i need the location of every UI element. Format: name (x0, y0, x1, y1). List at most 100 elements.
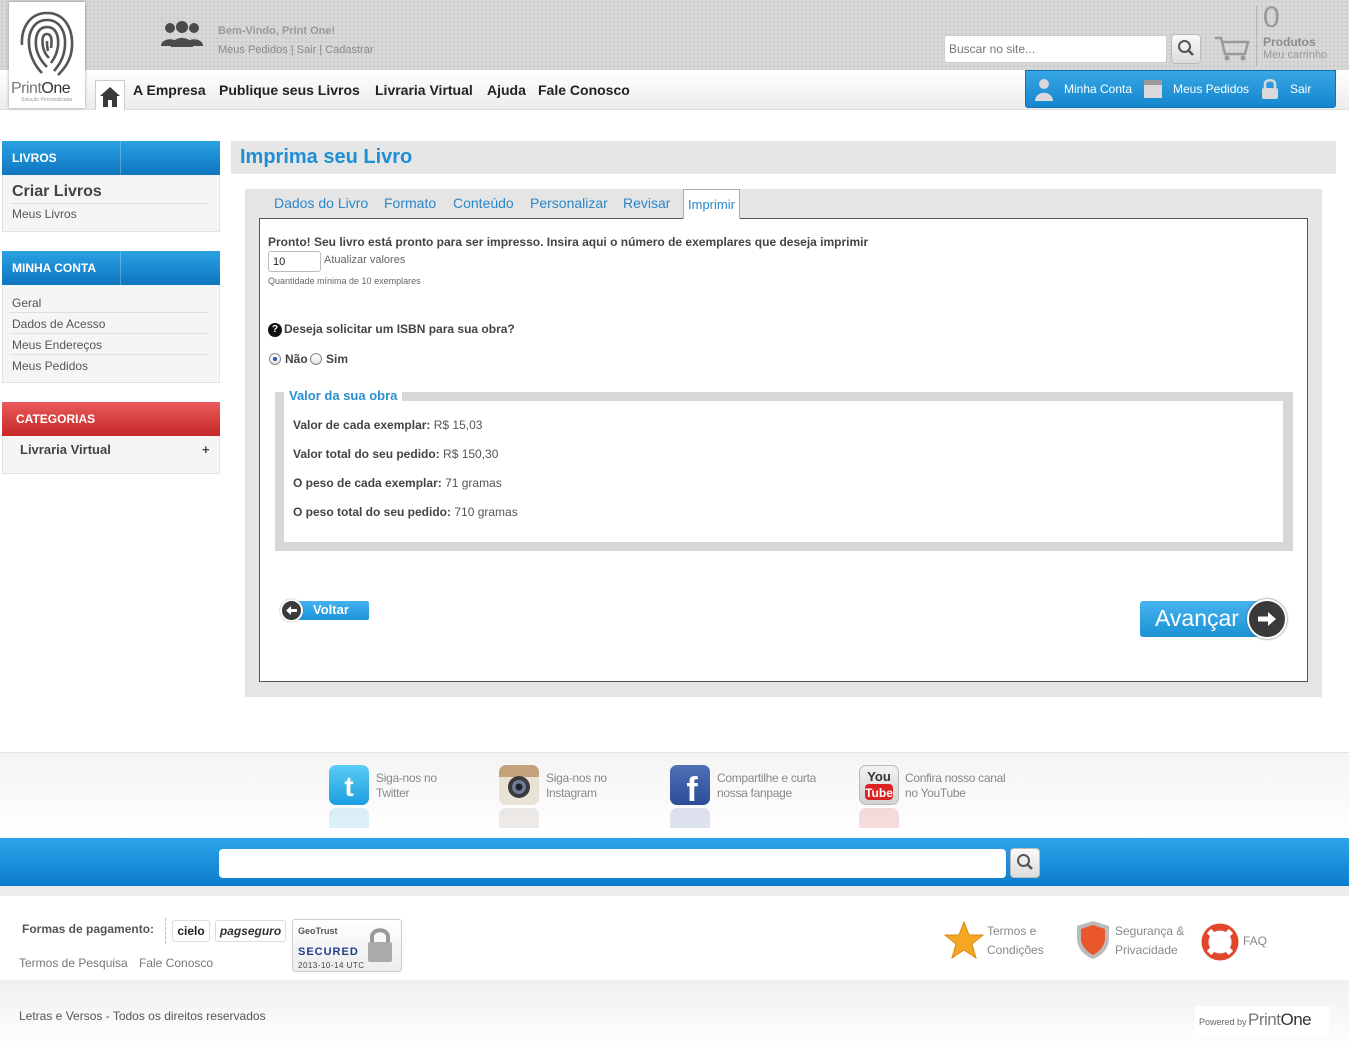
svg-text:f: f (686, 771, 698, 805)
values-legend: Valor da sua obra (284, 388, 403, 403)
sidebar-item-meus-pedidos[interactable]: Meus Pedidos (12, 359, 88, 373)
sidebar-divider (10, 354, 208, 355)
social-youtube-text[interactable]: Confira nosso canal no YouTube (905, 771, 1006, 801)
value-unit-price: Valor de cada exemplar: R$ 15,03 (293, 418, 483, 432)
expand-icon[interactable]: + (202, 442, 210, 457)
account-bar: Minha Conta Meus Pedidos Sair (1025, 70, 1336, 108)
payment-separator (165, 918, 166, 944)
welcome-text: Bem-Vindo, Print One! (218, 25, 336, 37)
footer-band-divider (0, 886, 1349, 896)
padlock-icon (368, 928, 392, 962)
back-button-circle (280, 599, 303, 622)
social-facebook-text[interactable]: Compartilhe e curta nossa fanpage (717, 771, 816, 801)
site-logo[interactable]: PrintOne Solução Personalizada (9, 2, 85, 108)
search-icon (1178, 39, 1194, 56)
sidebar-divider (10, 333, 208, 334)
isbn-label-sim[interactable]: Sim (326, 352, 348, 366)
logo-wordmark: PrintOne (11, 80, 71, 97)
faq-link[interactable]: FAQ (1243, 932, 1267, 951)
sidebar-categorias-header: CATEGORIAS (2, 402, 220, 436)
terms-conditions-link[interactable]: Termos e Condições (987, 922, 1044, 960)
help-icon[interactable]: ? (268, 323, 282, 337)
user-links[interactable]: Meus Pedidos | Sair | Cadastrar (218, 41, 374, 60)
back-button-label: Voltar (313, 602, 349, 617)
powered-by-badge[interactable]: Powered by PrintOne (1195, 1006, 1329, 1036)
my-orders-label: Meus Pedidos (1173, 82, 1250, 96)
orders-box-icon (1144, 80, 1162, 98)
menu-fale-conosco[interactable]: Fale Conosco (538, 82, 630, 98)
cart-sublabel[interactable]: Meu carrinho (1263, 49, 1327, 61)
isbn-radio-nao[interactable] (269, 353, 281, 365)
site-search-box (944, 35, 1167, 63)
next-button[interactable]: Avançar (1140, 599, 1288, 639)
footer-search-button[interactable] (1010, 848, 1040, 878)
next-button-label: Avançar (1155, 605, 1239, 631)
sidebar-livros-header: LIVROS (2, 141, 220, 175)
footer-link-fale-conosco[interactable]: Fale Conosco (139, 956, 213, 970)
svg-text:t: t (344, 771, 353, 802)
site-search-input[interactable] (949, 37, 1159, 61)
geotrust-secured: SECURED (298, 946, 359, 958)
quantity-input[interactable] (268, 251, 321, 272)
instagram-glyph (508, 776, 530, 798)
star-icon[interactable] (944, 921, 984, 959)
footer-link-termos-de-pesquisa[interactable]: Termos de Pesquisa (19, 956, 128, 970)
tab-conteudo[interactable]: Conteúdo (453, 195, 514, 211)
sidebar-minha-conta-header: MINHA CONTA (2, 251, 220, 285)
value-total-weight: O peso total do seu pedido: 710 gramas (293, 505, 518, 519)
cielo-logo: cielo (172, 920, 210, 942)
svg-text:Tube: Tube (865, 786, 893, 800)
cart-label[interactable]: Produtos (1263, 35, 1316, 49)
home-icon (100, 87, 120, 107)
geotrust-seal[interactable]: GeoTrust SECURED 2013-10-14 UTC (292, 919, 402, 972)
isbn-radio-sim[interactable] (310, 353, 322, 365)
menu-ajuda[interactable]: Ajuda (487, 82, 526, 98)
payment-methods-label: Formas de pagamento: (22, 922, 155, 936)
isbn-label-nao[interactable]: Não (285, 352, 308, 366)
social-twitter-text[interactable]: Siga-nos no Twitter (376, 771, 437, 801)
security-privacy-link[interactable]: Segurança & Privacidade (1115, 922, 1184, 960)
home-button[interactable] (95, 80, 125, 110)
logout-label: Sair (1290, 82, 1312, 96)
lock-icon (1262, 79, 1278, 99)
tab-personalizar[interactable]: Personalizar (530, 195, 608, 211)
social-instagram-text[interactable]: Siga-nos no Instagram (546, 771, 607, 801)
powered-by-label: Powered by (1199, 1017, 1247, 1027)
instagram-icon[interactable] (499, 765, 539, 805)
update-values-link[interactable]: Atualizar valores (324, 254, 405, 266)
sidebar-item-livraria-virtual[interactable]: Livraria Virtual (20, 442, 111, 457)
twitter-reflection (329, 808, 369, 828)
user-icon (1035, 79, 1053, 101)
menu-livraria-virtual[interactable]: Livraria Virtual (375, 82, 473, 98)
sidebar-item-dados-de-acesso[interactable]: Dados de Acesso (12, 317, 105, 331)
cart-icon[interactable] (1214, 34, 1250, 62)
shield-icon[interactable] (1075, 920, 1111, 960)
facebook-icon[interactable]: f (670, 765, 710, 809)
tab-dados-do-livro[interactable]: Dados do Livro (274, 195, 368, 211)
sidebar-item-criar-livros[interactable]: Criar Livros (12, 183, 102, 201)
sidebar-item-meus-enderecos[interactable]: Meus Endereços (12, 338, 102, 352)
users-icon (161, 21, 203, 47)
powered-by-logo: PrintOne (1248, 1010, 1312, 1029)
youtube-icon[interactable]: You Tube (859, 765, 899, 805)
footer-search-input[interactable] (219, 849, 1006, 878)
back-button[interactable]: Voltar (280, 599, 369, 622)
sidebar-item-meus-livros[interactable]: Meus Livros (12, 207, 77, 221)
geotrust-brand: GeoTrust (298, 926, 338, 936)
tab-formato[interactable]: Formato (384, 195, 436, 211)
menu-a-empresa[interactable]: A Empresa (133, 82, 206, 98)
tab-imprimir[interactable]: Imprimir (683, 189, 740, 219)
menu-publique-seus-livros[interactable]: Publique seus Livros (219, 82, 360, 98)
pagseguro-logo: pagseguro (215, 920, 286, 942)
twitter-icon[interactable]: t (329, 765, 369, 805)
fingerprint-icon (20, 11, 74, 76)
youtube-glyph: You Tube (865, 769, 893, 800)
sidebar-item-geral[interactable]: Geral (12, 296, 41, 310)
lifebuoy-icon[interactable] (1201, 923, 1239, 961)
logo-tagline: Solução Personalizada (21, 97, 73, 103)
sidebar-divider (10, 203, 208, 204)
tab-revisar[interactable]: Revisar (623, 195, 670, 211)
cart-count[interactable]: 0 (1263, 0, 1280, 36)
site-search-button[interactable] (1171, 34, 1201, 64)
twitter-glyph: t (344, 771, 353, 802)
